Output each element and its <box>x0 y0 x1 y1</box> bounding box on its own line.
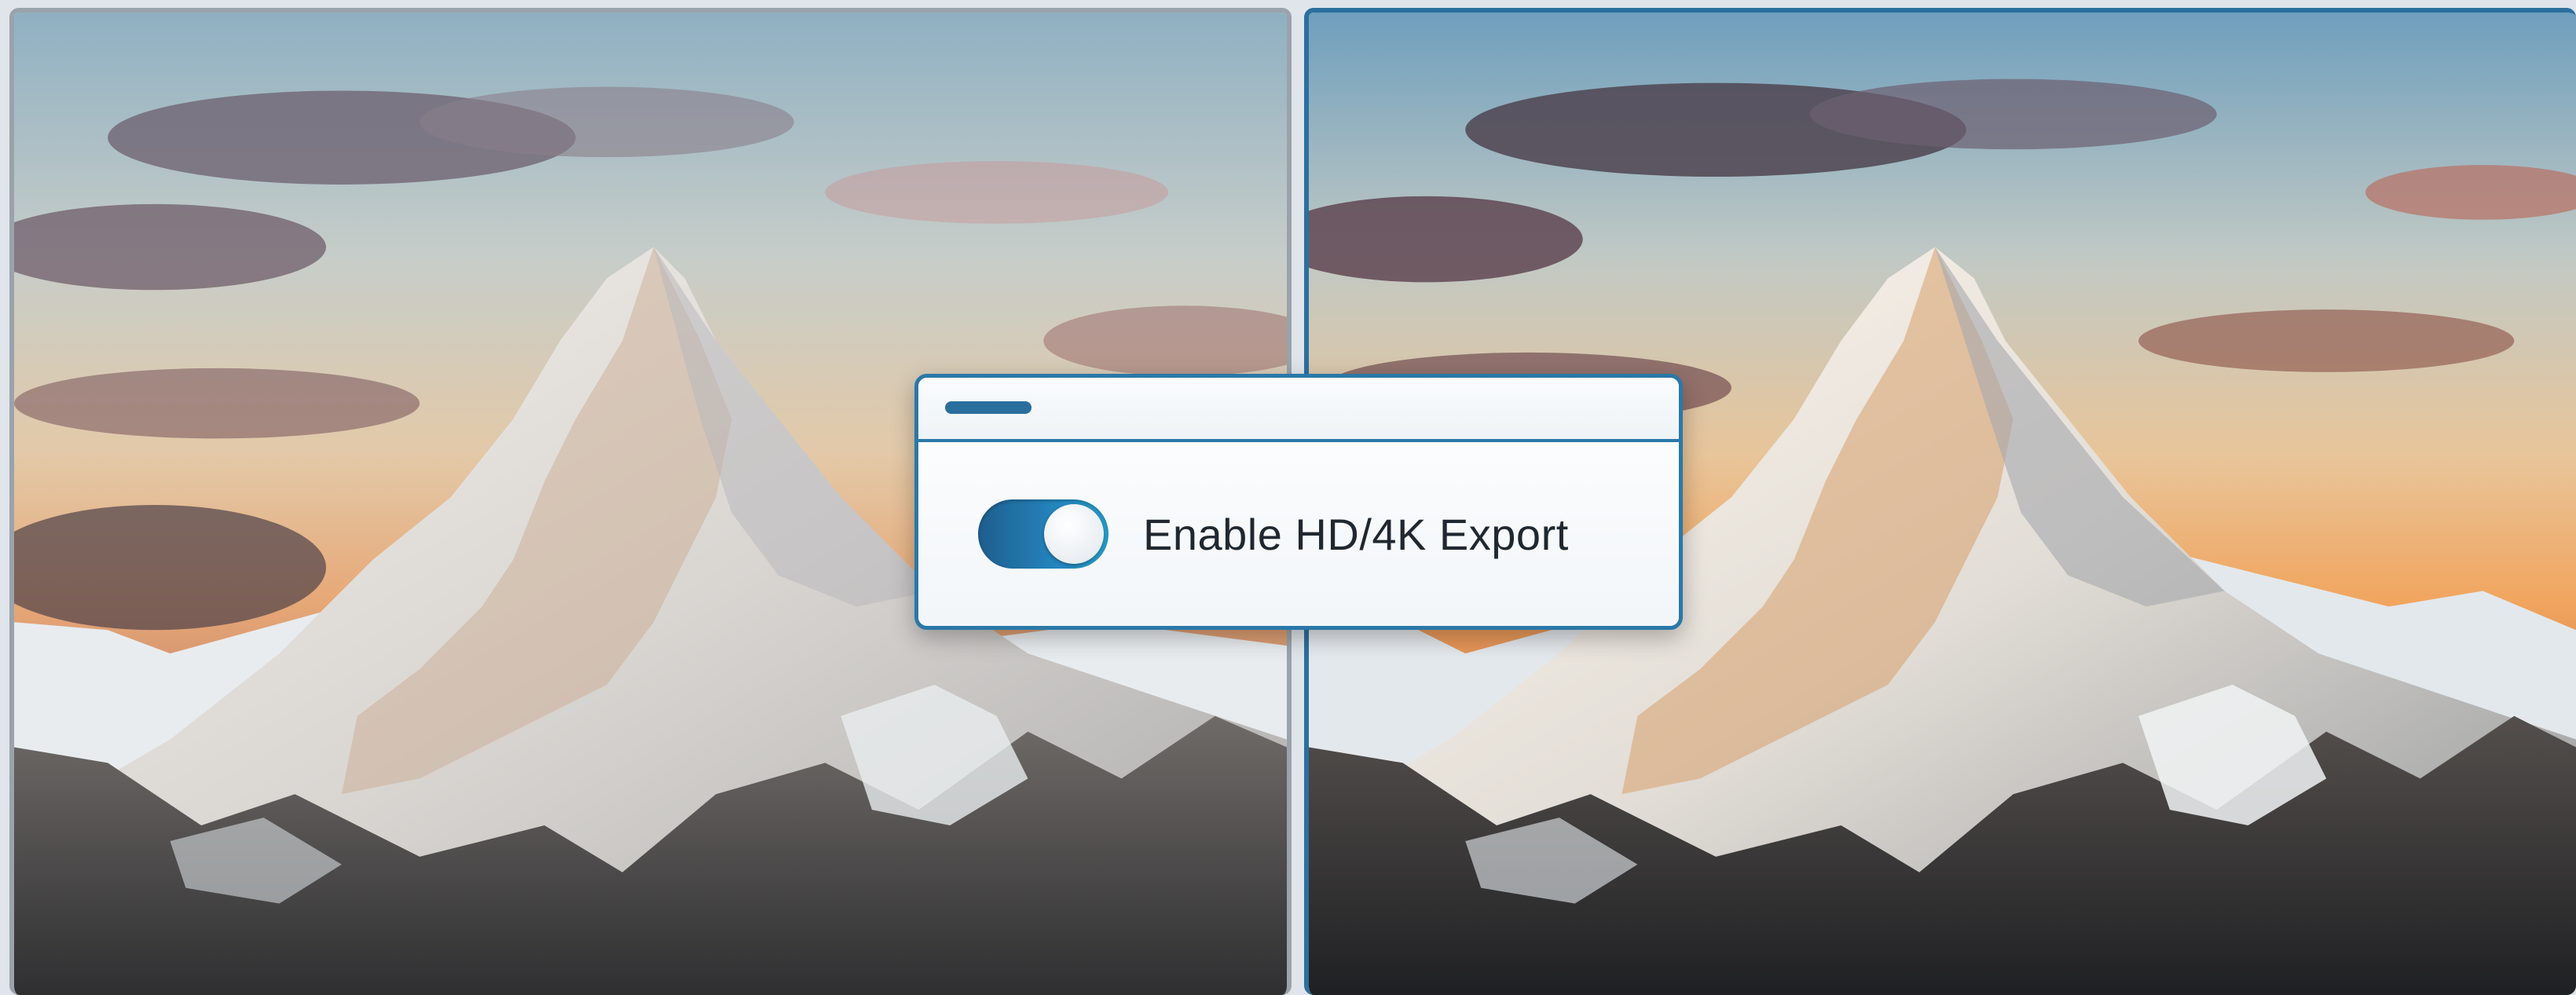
dialog-title-bar[interactable] <box>918 378 1679 442</box>
hd-export-toggle-label[interactable]: Enable HD/4K Export <box>1143 509 1569 560</box>
comparison-stage: Enable HD/4K Export <box>0 0 2576 995</box>
drag-handle-icon[interactable] <box>945 401 1031 414</box>
toggle-knob[interactable] <box>1044 504 1104 564</box>
dialog-body: Enable HD/4K Export <box>918 442 1679 626</box>
export-settings-dialog: Enable HD/4K Export <box>914 374 1683 630</box>
hd-export-toggle[interactable] <box>978 499 1108 569</box>
